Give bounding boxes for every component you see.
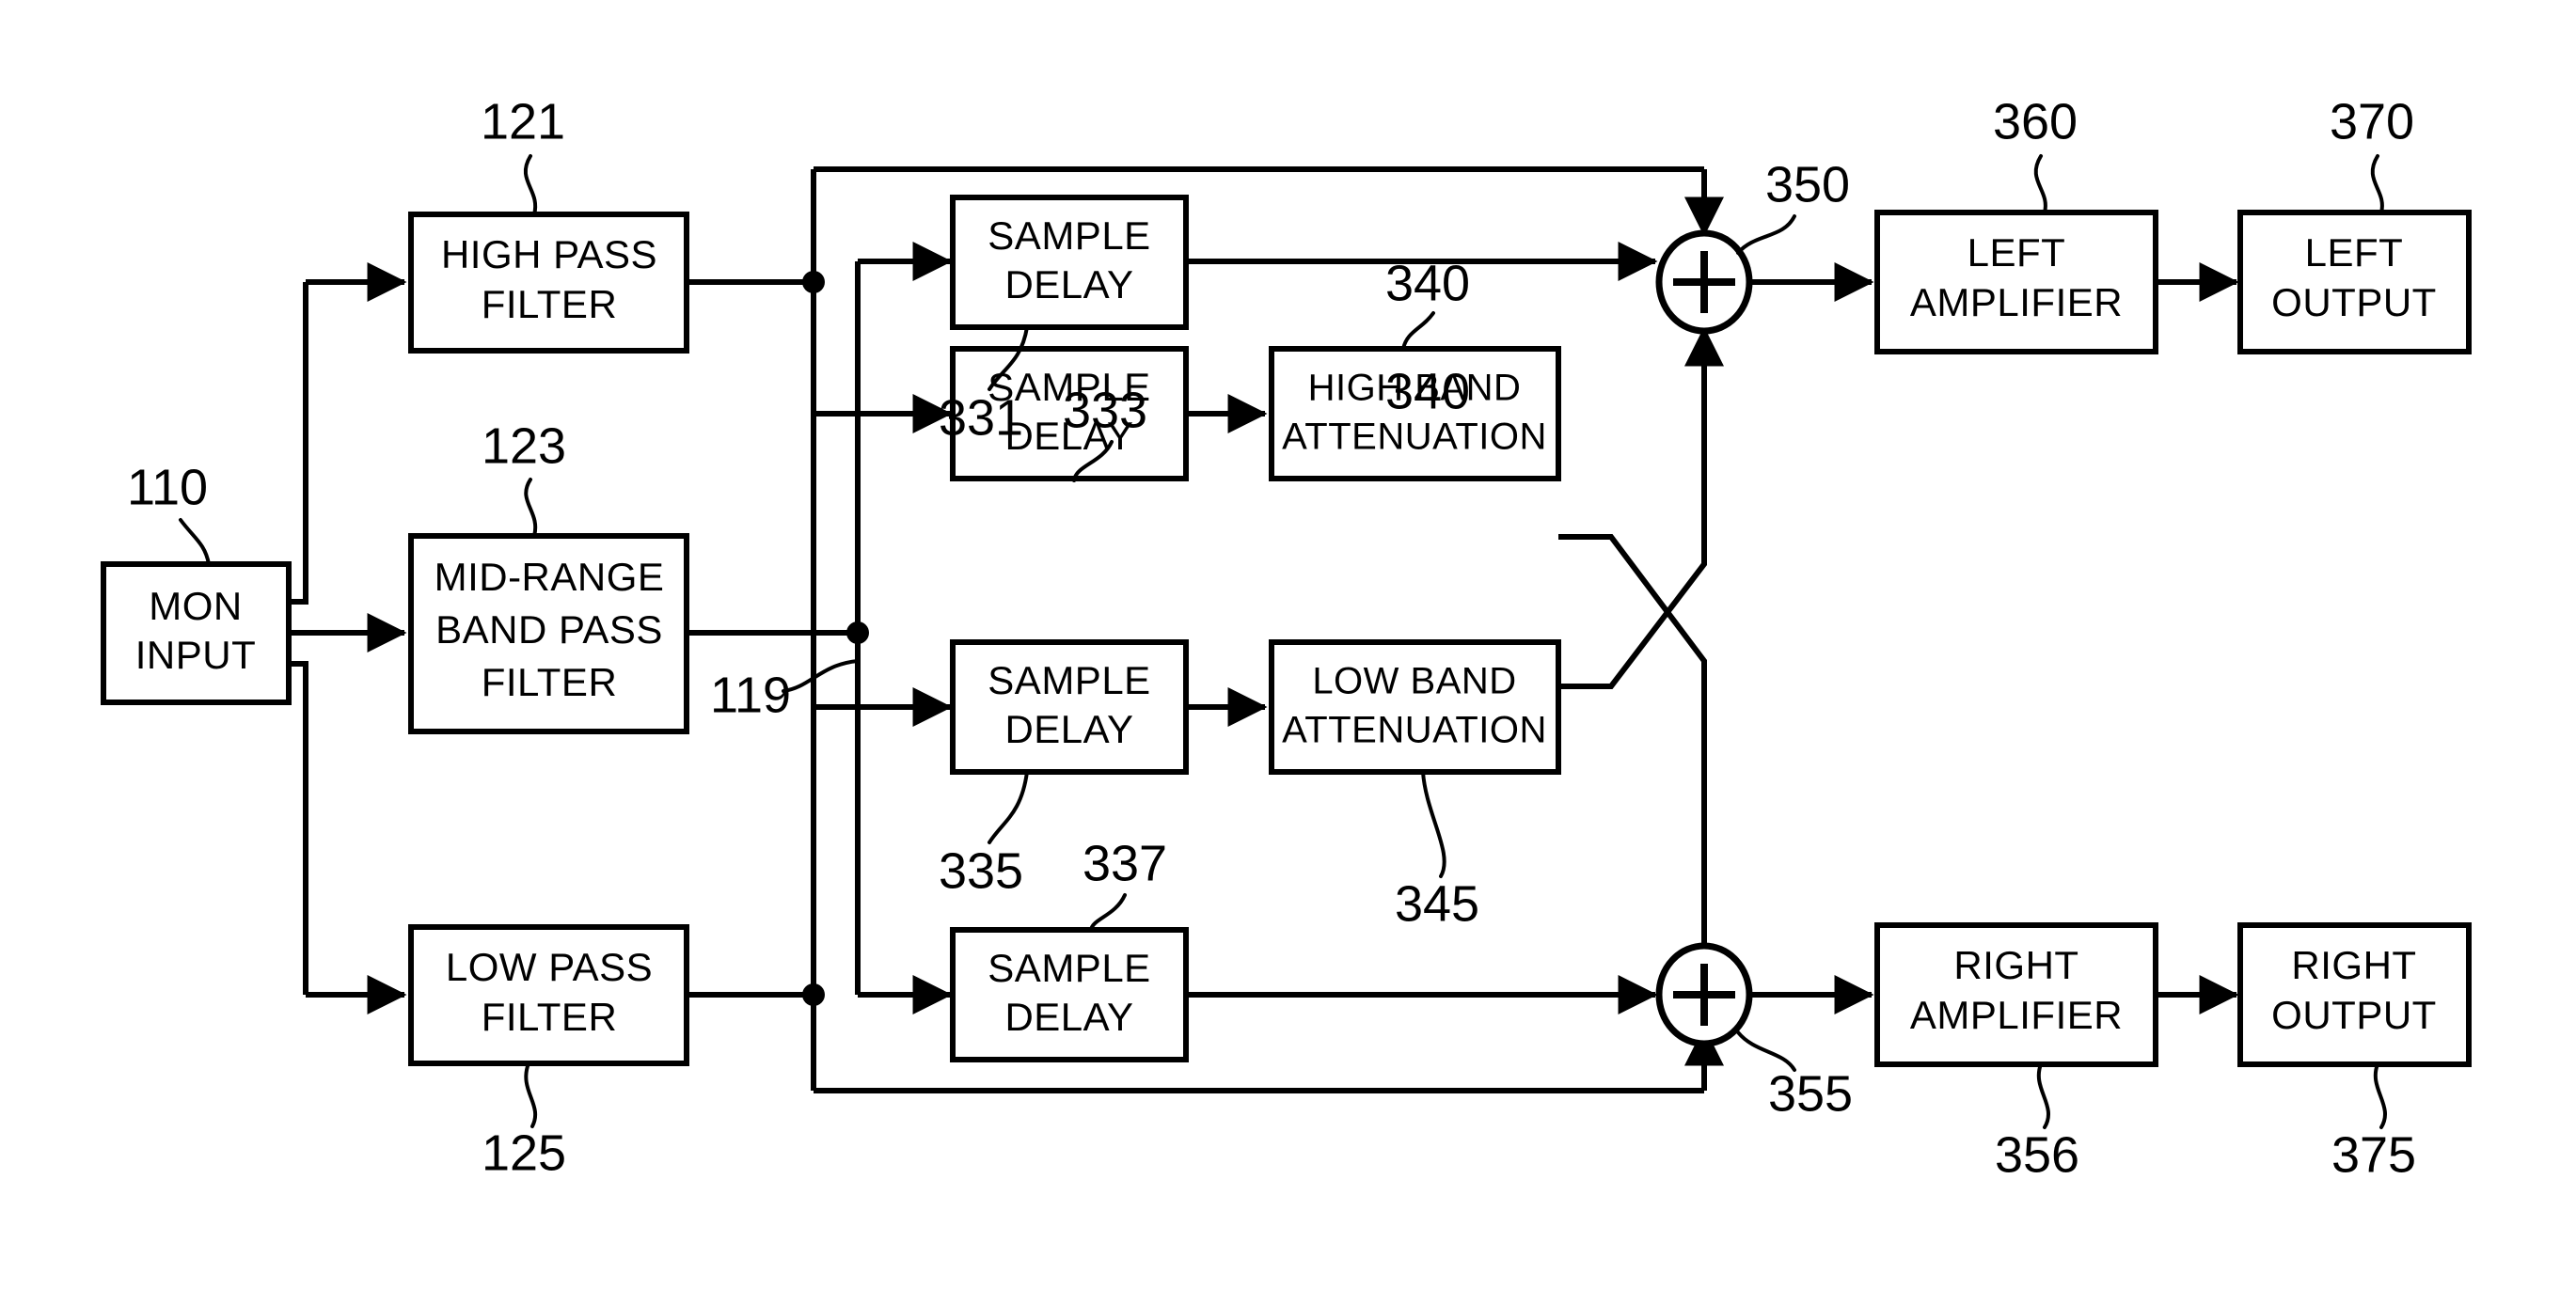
- left-amplifier-label-line2: AMPLIFIER: [1910, 280, 2123, 324]
- block-sample-delay-3[interactable]: SAMPLE DELAY: [950, 639, 1189, 775]
- sample-delay-1-label-line2: DELAY: [1004, 262, 1133, 307]
- sample-delay-4-label-line2: DELAY: [1004, 995, 1133, 1039]
- block-sample-delay-1[interactable]: SAMPLE DELAY: [950, 195, 1189, 330]
- left-output-label-line2: OUTPUT: [2271, 280, 2437, 324]
- block-right-output[interactable]: RIGHT OUTPUT: [2237, 922, 2472, 1067]
- signal-flow-diagram: MON INPUT HIGH PASS FILTER MID-RANGE BAN…: [0, 0, 2576, 1305]
- right-output-label-line1: RIGHT: [2291, 943, 2416, 987]
- lpf-label-line2: FILTER: [482, 995, 618, 1039]
- summer-left-350[interactable]: [1655, 229, 1753, 335]
- block-left-output[interactable]: LEFT OUTPUT: [2237, 210, 2472, 354]
- block-high-pass-filter[interactable]: HIGH PASS FILTER: [408, 212, 689, 354]
- left-output-label-line1: LEFT: [2305, 230, 2404, 275]
- high-band-attenuation-label-line2: ATTENUATION: [1282, 417, 1547, 458]
- ref-337-text: 337: [1083, 835, 1167, 891]
- mon-input-label-line1: MON: [149, 584, 243, 628]
- ref-119-text: 119: [710, 667, 791, 723]
- junction-dot-lpf: [802, 983, 825, 1006]
- sample-delay-1-label-line1: SAMPLE: [988, 213, 1150, 258]
- left-amplifier-label-line1: LEFT: [1968, 230, 2066, 275]
- ref-335-text: 335: [939, 842, 1023, 899]
- junction-dot-midrange-119: [846, 621, 869, 644]
- ref-370-text: 370: [2330, 93, 2414, 149]
- ref-121-text: 121: [481, 93, 565, 149]
- block-left-amplifier[interactable]: LEFT AMPLIFIER: [1874, 210, 2158, 354]
- low-band-attenuation-label-line2: ATTENUATION: [1282, 710, 1547, 751]
- ref-345-text: 345: [1395, 875, 1479, 932]
- mbpf-label-line2: BAND PASS: [435, 607, 663, 652]
- right-output-label-line2: OUTPUT: [2271, 993, 2437, 1037]
- ref-125-text: 125: [482, 1124, 566, 1181]
- ref-333-text: 333: [1063, 382, 1147, 438]
- ref-360-text: 360: [1993, 93, 2078, 149]
- ref-356-text: 356: [1995, 1126, 2079, 1183]
- sample-delay-3-label-line2: DELAY: [1004, 707, 1133, 751]
- block-mon-input[interactable]: MON INPUT: [101, 561, 292, 705]
- block-diagram-canvas: MON INPUT HIGH PASS FILTER MID-RANGE BAN…: [0, 0, 2576, 1305]
- low-band-attenuation-label-line1: LOW BAND: [1312, 661, 1516, 702]
- block-mid-range-band-pass-filter[interactable]: MID-RANGE BAND PASS FILTER: [408, 533, 689, 734]
- block-low-pass-filter[interactable]: LOW PASS FILTER: [408, 924, 689, 1066]
- ref-340-text: 340: [1385, 363, 1470, 419]
- sample-delay-3-label-line1: SAMPLE: [988, 658, 1150, 702]
- ref-123-text: 123: [482, 417, 566, 474]
- right-amplifier-label-line1: RIGHT: [1953, 943, 2078, 987]
- right-amplifier-label-line2: AMPLIFIER: [1910, 993, 2123, 1037]
- mbpf-label-line3: FILTER: [482, 660, 618, 704]
- block-sample-delay-4[interactable]: SAMPLE DELAY: [950, 927, 1189, 1062]
- ref-350-text: 350: [1765, 156, 1850, 212]
- mon-input-label-line2: INPUT: [135, 633, 257, 677]
- sample-delay-4-label-line1: SAMPLE: [988, 946, 1150, 990]
- mbpf-label-line1: MID-RANGE: [435, 555, 665, 599]
- ref-355-text: 355: [1768, 1065, 1853, 1122]
- lpf-label-line1: LOW PASS: [446, 945, 653, 989]
- ref-340-text-shown: 340: [1385, 255, 1470, 311]
- hpf-label-line2: FILTER: [482, 282, 618, 326]
- block-low-band-attenuation[interactable]: LOW BAND ATTENUATION: [1269, 639, 1561, 775]
- hpf-label-line1: HIGH PASS: [441, 232, 657, 276]
- ref-110-text: 110: [127, 459, 208, 515]
- summer-right-355[interactable]: [1655, 942, 1753, 1047]
- ref-331-text: 331: [939, 389, 1023, 446]
- block-right-amplifier[interactable]: RIGHT AMPLIFIER: [1874, 922, 2158, 1067]
- junction-dot-hpf: [802, 271, 825, 293]
- ref-375-text: 375: [2331, 1126, 2416, 1183]
